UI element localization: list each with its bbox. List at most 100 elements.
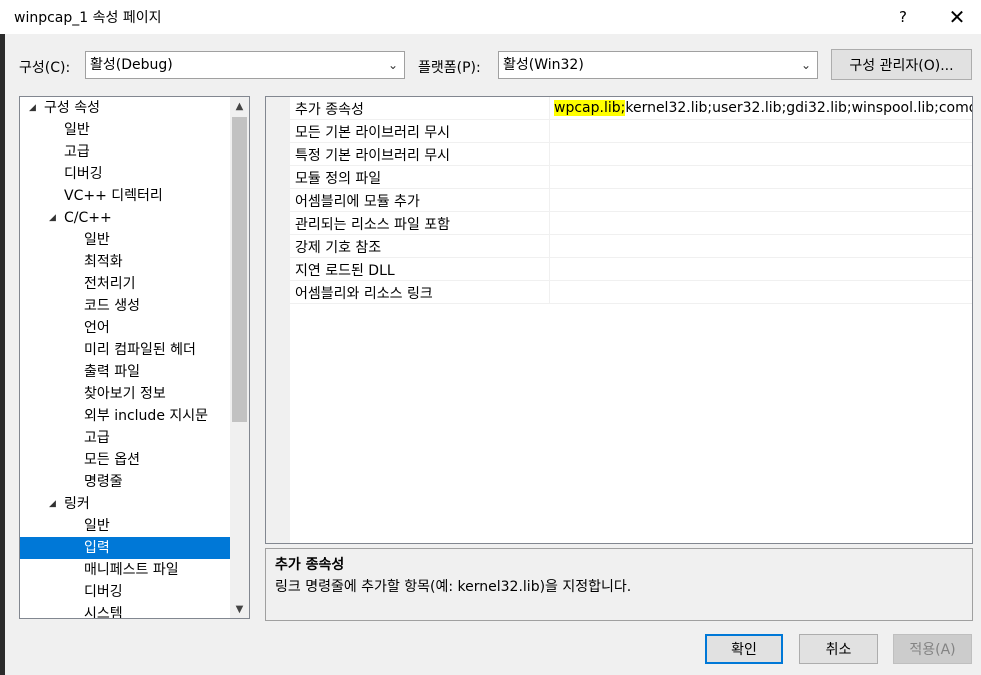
tree-item[interactable]: 최적화 (20, 251, 230, 273)
property-tree[interactable]: ◢ 구성 속성 일반 고급 디버깅 VC++ 디렉터리 ◢ C/C++ 일반 최적화 전처리기 코드 … (19, 96, 250, 619)
tree-item[interactable]: 고급 (20, 427, 230, 449)
property-name: 강제 기호 참조 (295, 240, 382, 256)
config-value: 활성(Debug) (90, 57, 173, 73)
close-icon[interactable]: ✕ (934, 0, 980, 34)
property-name: 추가 종속성 (295, 102, 364, 118)
expand-triangle-icon[interactable]: ◢ (49, 493, 56, 515)
tree-item[interactable]: 전처리기 (20, 273, 230, 295)
property-value[interactable] (549, 235, 972, 257)
tree-item-label: 코드 생성 (84, 298, 140, 314)
tree-item[interactable]: 명령줄 (20, 471, 230, 493)
background-window-edge (0, 34, 5, 675)
property-value[interactable] (549, 143, 972, 165)
tree-item-label: 전처리기 (84, 276, 136, 292)
platform-value: 활성(Win32) (503, 57, 584, 73)
expand-triangle-icon[interactable]: ◢ (49, 207, 56, 229)
tree-item[interactable]: 고급 (20, 141, 230, 163)
title-bar: winpcap_1 속성 페이지 ? ✕ (0, 0, 981, 34)
chevron-down-icon: ⌄ (387, 58, 398, 72)
cancel-button[interactable]: 취소 (799, 634, 878, 664)
window-title: winpcap_1 속성 페이지 (14, 10, 162, 26)
tree-item-label: C/C++ (64, 210, 112, 226)
config-label: 구성(C): (19, 60, 71, 76)
property-name: 지연 로드된 DLL (295, 263, 395, 279)
tree-item[interactable]: 일반 (20, 119, 230, 141)
tree-item-label: 언어 (84, 320, 110, 336)
tree-item-label: 찾아보기 정보 (84, 386, 166, 402)
platform-label: 플랫폼(P): (418, 60, 481, 76)
tree-item[interactable]: ◢ C/C++ (20, 207, 230, 229)
property-row[interactable]: 추가 종속성 wpcap.lib;kernel32.lib;user32.lib;… (290, 97, 972, 120)
tree-item[interactable]: 언어 (20, 317, 230, 339)
value-text: kernel32.lib;user32.lib;gdi32.lib;winspo… (625, 100, 972, 116)
tree-scrollbar[interactable]: ▲ ▼ (230, 97, 249, 618)
ok-button[interactable]: 확인 (705, 634, 783, 664)
property-value[interactable] (549, 281, 972, 303)
property-row[interactable]: 어셈블리와 리소스 링크 (290, 281, 972, 304)
tree-item[interactable]: 시스템 (20, 603, 230, 619)
tree-item[interactable]: 모든 옵션 (20, 449, 230, 471)
tree-item[interactable]: 일반 (20, 515, 230, 537)
property-row[interactable]: 지연 로드된 DLL (290, 258, 972, 281)
property-name: 모든 기본 라이브러리 무시 (295, 125, 451, 141)
tree-item-label: 매니페스트 파일 (84, 562, 179, 578)
property-row[interactable]: 모든 기본 라이브러리 무시 (290, 120, 972, 143)
property-value[interactable] (549, 189, 972, 211)
tree-item[interactable]: 디버깅 (20, 163, 230, 185)
property-row[interactable]: 모듈 정의 파일 (290, 166, 972, 189)
help-button[interactable]: ? (880, 0, 926, 34)
property-value[interactable] (549, 120, 972, 142)
config-combobox[interactable]: 활성(Debug) ⌄ (85, 51, 405, 79)
expand-triangle-icon[interactable]: ◢ (29, 97, 36, 119)
tree-item[interactable]: 찾아보기 정보 (20, 383, 230, 405)
tree-item-label: 시스템 (84, 606, 123, 619)
property-row[interactable]: 특정 기본 라이브러리 무시 (290, 143, 972, 166)
tree-item[interactable]: 미리 컴파일된 헤더 (20, 339, 230, 361)
property-name: 모듈 정의 파일 (295, 171, 382, 187)
property-row[interactable]: 강제 기호 참조 (290, 235, 972, 258)
tree-list: ◢ 구성 속성 일반 고급 디버깅 VC++ 디렉터리 ◢ C/C++ 일반 최적화 전처리기 코드 … (20, 97, 230, 619)
property-value[interactable] (549, 166, 972, 188)
property-row[interactable]: 어셈블리에 모듈 추가 (290, 189, 972, 212)
tree-item-label: 고급 (84, 430, 110, 446)
tree-item[interactable]: 출력 파일 (20, 361, 230, 383)
property-value[interactable] (549, 212, 972, 234)
highlighted-value: wpcap.lib; (554, 100, 626, 116)
grid-gutter (266, 97, 290, 543)
tree-item-label: 명령줄 (84, 474, 123, 490)
property-grid[interactable]: 추가 종속성 wpcap.lib;kernel32.lib;user32.lib;… (265, 96, 973, 544)
tree-item[interactable]: ◢ 링커 (20, 493, 230, 515)
apply-button[interactable]: 적용(A) (893, 634, 972, 664)
tree-item[interactable]: 외부 include 지시문 (20, 405, 230, 427)
tree-item[interactable]: ◢ 구성 속성 (20, 97, 230, 119)
scroll-down-icon[interactable]: ▼ (230, 600, 249, 618)
description-panel: 추가 종속성 링크 명령줄에 추가할 항목(예: kernel32.lib)을 … (265, 548, 973, 621)
tree-item[interactable]: 입력 (20, 537, 230, 559)
property-name: 특정 기본 라이브러리 무시 (295, 148, 451, 164)
tree-item-label: 일반 (84, 518, 110, 534)
tree-item-label: VC++ 디렉터리 (64, 188, 163, 204)
scroll-up-icon[interactable]: ▲ (230, 97, 249, 115)
tree-item-label: 외부 include 지시문 (84, 408, 209, 424)
property-value[interactable] (549, 258, 972, 280)
tree-item-label: 디버깅 (64, 166, 103, 182)
description-text: 링크 명령줄에 추가할 항목(예: kernel32.lib)을 지정합니다. (275, 579, 632, 595)
platform-combobox[interactable]: 활성(Win32) ⌄ (498, 51, 818, 79)
tree-item-label: 모든 옵션 (84, 452, 140, 468)
scroll-thumb[interactable] (232, 117, 247, 422)
tree-item-label: 링커 (64, 496, 90, 512)
tree-item[interactable]: 코드 생성 (20, 295, 230, 317)
property-row[interactable]: 관리되는 리소스 파일 포함 (290, 212, 972, 235)
tree-item[interactable]: 디버깅 (20, 581, 230, 603)
tree-item[interactable]: VC++ 디렉터리 (20, 185, 230, 207)
property-name: 관리되는 리소스 파일 포함 (295, 217, 451, 233)
config-manager-button[interactable]: 구성 관리자(O)... (831, 49, 972, 80)
tree-item-label: 출력 파일 (84, 364, 140, 380)
description-title: 추가 종속성 (275, 557, 345, 573)
tree-item-label: 미리 컴파일된 헤더 (84, 342, 196, 358)
chevron-down-icon: ⌄ (800, 58, 811, 72)
tree-item[interactable]: 일반 (20, 229, 230, 251)
tree-item-label: 디버깅 (84, 584, 123, 600)
tree-item[interactable]: 매니페스트 파일 (20, 559, 230, 581)
property-value[interactable]: wpcap.lib;kernel32.lib;user32.lib;gdi32.… (549, 97, 972, 119)
